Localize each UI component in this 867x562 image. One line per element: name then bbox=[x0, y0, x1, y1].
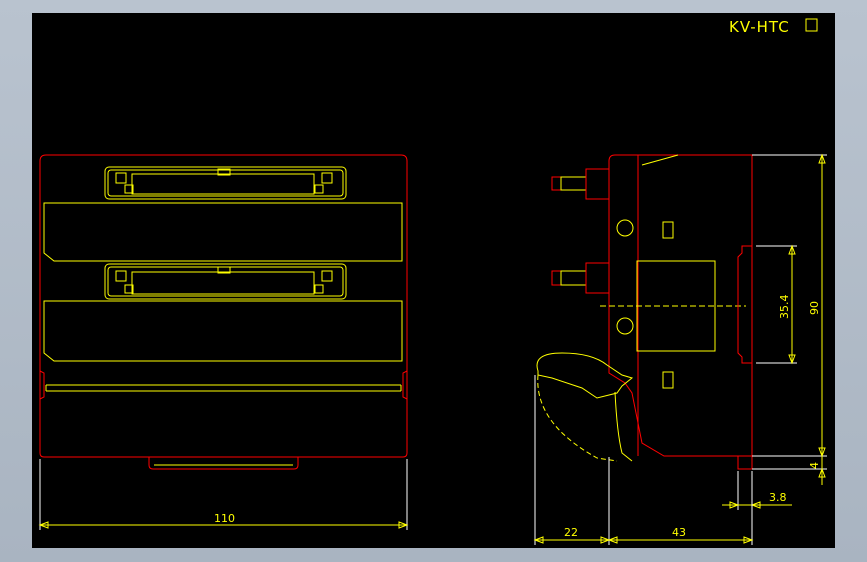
dim-foot-width: 3.8 bbox=[722, 471, 792, 510]
knob-shaft bbox=[560, 270, 587, 286]
dim-depths: 22 43 bbox=[533, 375, 754, 545]
upper-connector bbox=[104, 166, 347, 200]
connector-latch-left bbox=[115, 270, 127, 282]
side-hole-lower bbox=[616, 317, 634, 335]
dim-right-depth-label: 43 bbox=[672, 526, 686, 539]
dim-width-front-label: 110 bbox=[214, 512, 235, 525]
side-top-bevel bbox=[641, 154, 679, 166]
cad-drawing-canvas: KV-HTC 110 35.4 90 4 3.8 22 43 bbox=[32, 13, 835, 548]
release-lever bbox=[536, 352, 634, 462]
front-view: 110 bbox=[38, 154, 409, 530]
cad-drawing: KV-HTC 110 35.4 90 4 3.8 22 43 bbox=[38, 18, 827, 545]
dim-bottom-gap-label: 4 bbox=[808, 462, 821, 469]
side-bottom-foot bbox=[737, 455, 753, 470]
connector-latch-right bbox=[321, 172, 333, 184]
front-right-notch bbox=[402, 370, 408, 400]
dim-height-label: 90 bbox=[808, 301, 821, 315]
side-right-clip bbox=[737, 245, 752, 364]
connector-pin-right bbox=[314, 184, 324, 194]
din-rail-bar bbox=[45, 384, 402, 392]
bottom-tab bbox=[148, 457, 299, 470]
drawing-title: KV-HTC bbox=[729, 18, 818, 36]
connector-slot bbox=[131, 173, 315, 195]
side-slot-upper bbox=[662, 221, 674, 239]
side-view: 35.4 90 4 3.8 22 43 bbox=[533, 153, 827, 545]
middle-knob bbox=[551, 262, 610, 294]
knob-shaft bbox=[560, 176, 587, 191]
side-hole-upper bbox=[616, 219, 634, 237]
dim-slot-height-label: 35.4 bbox=[778, 295, 791, 320]
knob-tip bbox=[551, 270, 562, 286]
upper-terminal-block bbox=[43, 202, 403, 262]
front-outline bbox=[39, 154, 408, 458]
dim-width-front: 110 bbox=[38, 459, 409, 530]
dim-left-depth-label: 22 bbox=[564, 526, 578, 539]
connector-latch-right bbox=[321, 270, 333, 282]
front-left-notch bbox=[39, 370, 45, 400]
top-knob bbox=[551, 168, 610, 200]
connector-pin-right bbox=[314, 284, 324, 294]
knob-base bbox=[585, 168, 610, 200]
dim-foot-width-label: 3.8 bbox=[769, 491, 787, 504]
connector-slot bbox=[131, 271, 315, 295]
dim-slot-height: 35.4 bbox=[756, 244, 797, 365]
dim-bottom-gap: 4 bbox=[752, 456, 827, 485]
side-slot-lower bbox=[662, 371, 674, 389]
knob-base bbox=[585, 262, 610, 294]
title-box-glyph bbox=[805, 18, 818, 32]
title-text: KV-HTC bbox=[729, 18, 790, 36]
connector-latch-left bbox=[115, 172, 127, 184]
knob-tip bbox=[551, 176, 562, 191]
lower-terminal-block bbox=[43, 300, 403, 362]
lower-connector bbox=[104, 263, 347, 300]
connector-inner-frame bbox=[107, 266, 344, 297]
